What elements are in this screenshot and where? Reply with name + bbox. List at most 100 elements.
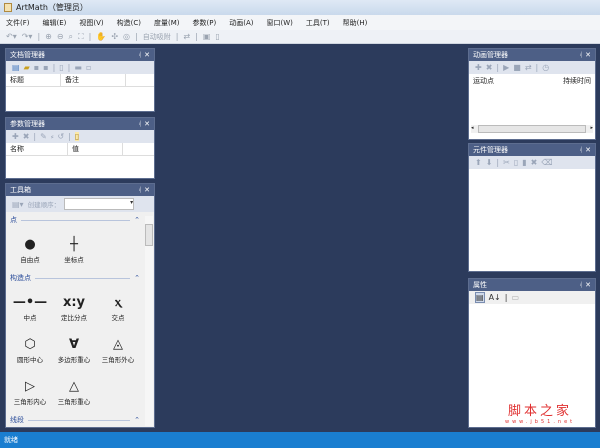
delete-icon[interactable]: ✖ (23, 132, 30, 141)
tool-midpoint[interactable]: —•— 中点 (8, 286, 52, 328)
print-icon[interactable]: ▬ (74, 63, 82, 72)
reset-icon[interactable]: ↺ (57, 132, 64, 141)
menu-item[interactable]: 动画(A) (229, 18, 253, 28)
tool-coord-point[interactable]: ┼ 坐标点 (52, 228, 96, 270)
order-label: 创建顺序： (27, 201, 61, 209)
up-icon[interactable]: ⬆ (475, 158, 482, 167)
toolbox-section-header[interactable]: 点 ⌃ (10, 214, 140, 226)
order-select[interactable]: ▾ (64, 198, 135, 210)
tool-circle-center[interactable]: ⬡ 圆形中心 (8, 328, 52, 370)
stop-icon[interactable]: ■ (513, 63, 521, 72)
new-icon[interactable]: ▤ (12, 63, 20, 72)
down-icon[interactable]: ⬇ (486, 158, 493, 167)
delete-icon[interactable]: ✖ (531, 158, 538, 167)
menu-item[interactable]: 参数(P) (193, 18, 217, 28)
frame-icon[interactable]: ▣ (203, 32, 211, 41)
col-value[interactable]: 值 (68, 143, 123, 155)
view-icon[interactable]: ▤▾ (12, 200, 24, 209)
add-icon[interactable]: ✚ (12, 132, 19, 141)
menu-item[interactable]: 文件(F) (6, 18, 30, 28)
undo-icon[interactable]: ↶▾ (6, 32, 17, 41)
edit-icon[interactable]: ✎ (40, 132, 47, 141)
tool-label: 中点 (23, 313, 37, 322)
app-icon (4, 3, 12, 12)
menu-bar: 文件(F) 编辑(E) 视图(V) 构造(C) 度量(M) 参数(P) 动画(A) 窗口(W)… (0, 15, 600, 30)
hand-icon[interactable]: ✋ (96, 32, 106, 41)
pin-close-icons[interactable]: ᚮ ✕ (138, 120, 150, 128)
menu-item[interactable]: 度量(M) (154, 18, 180, 28)
tool-free-point[interactable]: ● 自由点 (8, 228, 52, 270)
refresh-icon[interactable]: ⇄ (183, 32, 190, 41)
tool-incenter[interactable]: ▷ 三角形内心 (8, 370, 52, 412)
pin-close-icons[interactable]: ᚮ ✕ (579, 281, 591, 289)
link-icon[interactable]: ⸗ (51, 132, 54, 141)
play-icon[interactable]: ▶ (503, 63, 509, 72)
open-icon[interactable]: ▰ (24, 63, 30, 72)
tool-label: 定比分点 (61, 313, 87, 322)
save-all-icon[interactable]: ▪ (43, 63, 48, 72)
eraser-icon[interactable]: ⌫ (541, 158, 552, 167)
centroid-icon: △ (69, 378, 79, 394)
fit-icon[interactable]: ⛶ (78, 32, 84, 42)
pin-close-icons[interactable]: ᚮ ✕ (138, 51, 150, 59)
panel-title: 文档管理器 (10, 51, 45, 59)
menu-item[interactable]: 构造(C) (117, 18, 141, 28)
col-name[interactable]: 名称 (6, 143, 68, 155)
auto-snap-button[interactable]: 自动吸附 (143, 32, 171, 42)
loop-icon[interactable]: ⇄ (525, 63, 532, 72)
save-icon[interactable]: ▪ (34, 63, 39, 72)
add-icon[interactable]: ✚ (475, 63, 482, 72)
doc-icon[interactable]: ▯ (74, 132, 80, 141)
pin-close-icons[interactable]: ᚮ ✕ (579, 146, 591, 154)
window-title: ArtMath（管理员） (16, 3, 88, 12)
redo-icon[interactable]: ↷▾ (22, 32, 33, 41)
categorized-icon[interactable]: ▤ (475, 292, 485, 303)
tool-intersection[interactable]: ⲭ 交点 (96, 286, 140, 328)
toolbox-section-header[interactable]: 线段 ⌃ (10, 414, 140, 426)
horizontal-scrollbar[interactable]: ◂ ▸ (471, 125, 593, 133)
section-title: 点 (10, 216, 17, 224)
tool-ratio-point[interactable]: x:y 定比分点 (52, 286, 96, 328)
paste-icon[interactable]: ▮ (522, 158, 526, 167)
menu-item[interactable]: 视图(V) (79, 18, 103, 28)
tool-label: 三角形外心 (101, 355, 135, 364)
pin-close-icons[interactable]: ᚮ ✕ (579, 51, 591, 59)
section-title: 构造点 (10, 274, 31, 282)
cut-icon[interactable]: ✂ (503, 158, 510, 167)
zoom-in-icon[interactable]: ⊕ (45, 32, 52, 41)
panel-title: 属性 (473, 281, 487, 289)
sort-az-icon[interactable]: A↓ (489, 293, 501, 302)
col-title[interactable]: 标题 (6, 74, 61, 86)
move-icon[interactable]: ✣ (111, 32, 118, 41)
collapse-icon[interactable]: ⌃ (134, 416, 140, 424)
panel-title: 参数管理器 (10, 120, 45, 128)
zoom-out-icon[interactable]: ⊖ (57, 32, 64, 41)
doc-manager-panel: 文档管理器 ᚮ ✕ ▤ ▰ ▪ ▪ | ▯ | ▬ ▫ 标题 备注 (5, 48, 155, 112)
property-pages-icon[interactable]: ▭ (511, 293, 519, 302)
copy-icon[interactable]: ▯ (514, 158, 518, 167)
rotate-icon[interactable]: ◎ (123, 32, 130, 41)
tool-label: 三角形重心 (57, 397, 91, 406)
col-duration[interactable]: 持续时间 (559, 74, 591, 87)
toolbox-list[interactable]: 点 ⌃ ● 自由点 ┼ 坐标点 构造点 ⌃ —•— 中点 x:y 定比分点 ⲭ 交点 ⬡ 圆形中心 ∀ 多边形重心… (6, 214, 154, 428)
tool-circumcenter[interactable]: ◬ 三角形外心 (96, 328, 140, 370)
collapse-icon[interactable]: ⌃ (134, 216, 140, 224)
copy-icon[interactable]: ▯ (59, 63, 63, 72)
tool-polygon-centroid[interactable]: ∀ 多边形重心 (52, 328, 96, 370)
tool-centroid[interactable]: △ 三角形重心 (52, 370, 96, 412)
zoom-icon[interactable]: ⌕ (69, 32, 73, 42)
toolbox-section-header[interactable]: 构造点 ⌃ (10, 272, 140, 284)
menu-item[interactable]: 窗口(W) (266, 18, 292, 28)
clock-icon[interactable]: ◷ (542, 63, 549, 72)
col-moving-point[interactable]: 运动点 (469, 74, 494, 87)
page-icon[interactable]: ▯ (215, 32, 219, 41)
menu-item[interactable]: 工具(T) (306, 18, 330, 28)
menu-item[interactable]: 帮助(H) (343, 18, 368, 28)
menu-item[interactable]: 编辑(E) (43, 18, 67, 28)
close-doc-icon[interactable]: ▫ (86, 63, 91, 72)
col-note[interactable]: 备注 (61, 74, 126, 86)
pin-close-icons[interactable]: ᚮ ✕ (138, 186, 150, 194)
toolbox-scrollbar[interactable] (145, 216, 153, 426)
delete-icon[interactable]: ✖ (486, 63, 493, 72)
collapse-icon[interactable]: ⌃ (134, 274, 140, 282)
